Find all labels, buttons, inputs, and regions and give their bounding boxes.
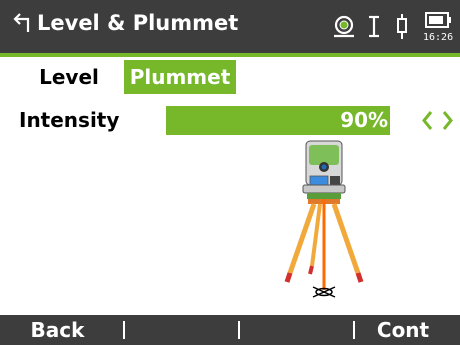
total-station-plummet-illustration xyxy=(270,138,380,312)
bluetooth-device-icon xyxy=(395,13,409,45)
decrease-intensity-button[interactable] xyxy=(418,106,437,135)
accent-line xyxy=(0,53,460,57)
prism-constant-icon xyxy=(366,13,382,43)
intensity-slider[interactable]: 90% xyxy=(166,106,415,135)
page-title: Level & Plummet xyxy=(37,11,239,35)
intensity-value: 90% xyxy=(340,108,389,132)
back-arrow-icon[interactable] xyxy=(12,12,32,38)
tab-level[interactable]: Level xyxy=(22,60,116,94)
title-bar: Level & Plummet 16:26 xyxy=(0,0,460,53)
softkey-bar: Back Cont xyxy=(0,315,460,345)
intensity-bar-fill: 90% xyxy=(166,106,391,135)
tab-plummet[interactable]: Plummet xyxy=(124,60,236,94)
softkey-3[interactable] xyxy=(231,315,345,345)
target-reflector-icon xyxy=(331,13,357,43)
cont-softkey[interactable]: Cont xyxy=(346,315,460,345)
clock: 16:26 xyxy=(423,32,454,43)
back-softkey[interactable]: Back xyxy=(0,315,115,345)
increase-intensity-button[interactable] xyxy=(438,106,457,135)
softkey-2[interactable] xyxy=(116,315,230,345)
intensity-label: Intensity xyxy=(19,108,120,132)
battery-icon xyxy=(424,10,454,34)
